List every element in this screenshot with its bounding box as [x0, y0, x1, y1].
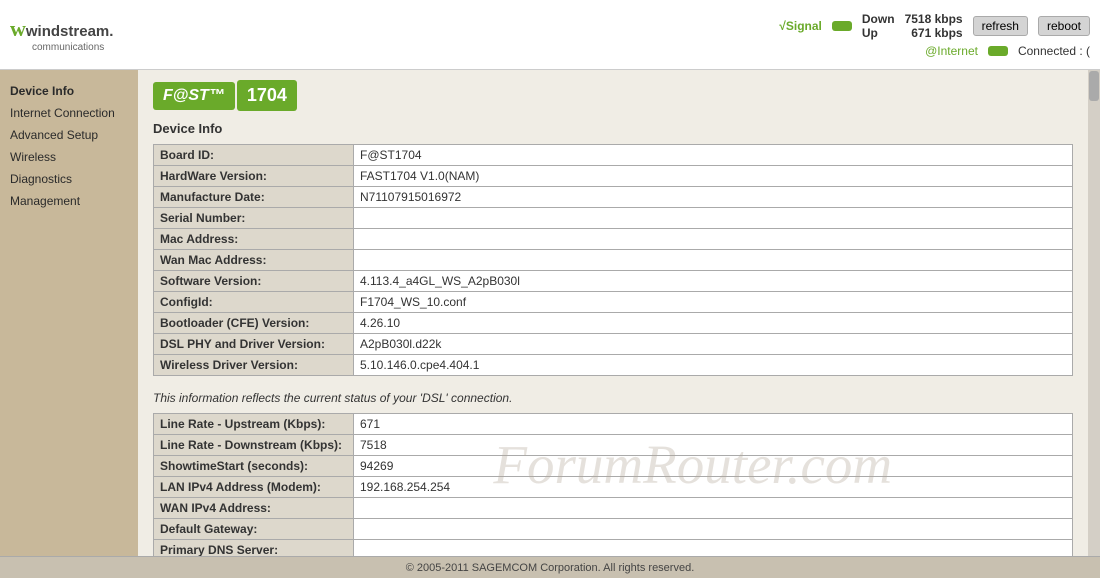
row-value: 671 — [354, 414, 1073, 435]
table-row: Line Rate - Upstream (Kbps):671 — [154, 414, 1073, 435]
table-row: Default Gateway: — [154, 519, 1073, 540]
row-value — [354, 540, 1073, 557]
scroll-thumb[interactable] — [1089, 71, 1099, 101]
row-label: ShowtimeStart (seconds): — [154, 456, 354, 477]
table-row: ConfigId:F1704_WS_10.conf — [154, 292, 1073, 313]
row-value — [354, 208, 1073, 229]
logo-sub: communications — [32, 42, 113, 53]
sidebar-item-internet-connection[interactable]: Internet Connection — [0, 102, 138, 124]
row-value: F@ST1704 — [354, 145, 1073, 166]
sidebar: Device Info Internet Connection Advanced… — [0, 70, 138, 556]
row-label: Serial Number: — [154, 208, 354, 229]
reboot-button[interactable]: reboot — [1038, 16, 1090, 36]
table-row: WAN IPv4 Address: — [154, 498, 1073, 519]
table-row: Bootloader (CFE) Version:4.26.10 — [154, 313, 1073, 334]
row-value: FAST1704 V1.0(NAM) — [354, 166, 1073, 187]
row-label: Software Version: — [154, 271, 354, 292]
brand-name: F@ST™ — [153, 82, 235, 110]
row-value: F1704_WS_10.conf — [354, 292, 1073, 313]
logo-area: wwindstream. communications — [10, 16, 113, 53]
header: wwindstream. communications √Signal Down… — [0, 0, 1100, 70]
row-label: Bootloader (CFE) Version: — [154, 313, 354, 334]
header-right: √Signal Down Up 7518 kbps 671 kbps refre… — [779, 12, 1090, 58]
speed-down-label: Down Up — [862, 12, 895, 40]
table-row: DSL PHY and Driver Version:A2pB030l.d22k — [154, 334, 1073, 355]
table-row: Software Version:4.113.4_a4GL_WS_A2pB030… — [154, 271, 1073, 292]
row-label: ConfigId: — [154, 292, 354, 313]
row-label: Primary DNS Server: — [154, 540, 354, 557]
table-row: Line Rate - Downstream (Kbps):7518 — [154, 435, 1073, 456]
brand-header: F@ST™ 1704 — [138, 70, 1088, 121]
row-value: 4.113.4_a4GL_WS_A2pB030l — [354, 271, 1073, 292]
row-value: 7518 — [354, 435, 1073, 456]
row-label: Line Rate - Downstream (Kbps): — [154, 435, 354, 456]
table-row: Manufacture Date:N71107915016972 — [154, 187, 1073, 208]
signal-indicator — [832, 21, 852, 31]
main-layout: Device Info Internet Connection Advanced… — [0, 70, 1100, 556]
row-value: 5.10.146.0.cpe4.404.1 — [354, 355, 1073, 376]
table-row: Primary DNS Server: — [154, 540, 1073, 557]
info-note: This information reflects the current st… — [138, 386, 1088, 413]
row-value — [354, 250, 1073, 271]
speed-values: 7518 kbps 671 kbps — [905, 12, 963, 40]
sidebar-item-advanced-setup[interactable]: Advanced Setup — [0, 124, 138, 146]
row-label: Default Gateway: — [154, 519, 354, 540]
row-label: Mac Address: — [154, 229, 354, 250]
header-bottom-row: @Internet Connected : ( — [925, 44, 1090, 58]
header-top-row: √Signal Down Up 7518 kbps 671 kbps refre… — [779, 12, 1090, 40]
logo-text: wwindstream. — [10, 23, 113, 39]
sidebar-item-management[interactable]: Management — [0, 190, 138, 212]
scrollbar[interactable] — [1088, 70, 1100, 556]
sidebar-item-diagnostics[interactable]: Diagnostics — [0, 168, 138, 190]
page-title: Device Info — [138, 121, 1088, 144]
table-row: Mac Address: — [154, 229, 1073, 250]
signal-label: √Signal — [779, 19, 822, 33]
internet-indicator — [988, 46, 1008, 56]
row-label: DSL PHY and Driver Version: — [154, 334, 354, 355]
table-row: Serial Number: — [154, 208, 1073, 229]
footer-text: © 2005-2011 SAGEMCOM Corporation. All ri… — [406, 562, 695, 574]
row-value: 4.26.10 — [354, 313, 1073, 334]
logo-main: wwindstream. — [10, 16, 113, 42]
table-row: Wan Mac Address: — [154, 250, 1073, 271]
row-label: Board ID: — [154, 145, 354, 166]
row-label: Line Rate - Upstream (Kbps): — [154, 414, 354, 435]
row-value — [354, 519, 1073, 540]
row-value: 94269 — [354, 456, 1073, 477]
row-value: N71107915016972 — [354, 187, 1073, 208]
table-row: HardWare Version:FAST1704 V1.0(NAM) — [154, 166, 1073, 187]
row-label: LAN IPv4 Address (Modem): — [154, 477, 354, 498]
row-value: 192.168.254.254 — [354, 477, 1073, 498]
row-value: A2pB030l.d22k — [354, 334, 1073, 355]
device-info-table: Board ID:F@ST1704HardWare Version:FAST17… — [153, 144, 1073, 376]
connected-label: Connected : ( — [1018, 44, 1090, 58]
row-label: WAN IPv4 Address: — [154, 498, 354, 519]
internet-label: @Internet — [925, 44, 978, 58]
row-value — [354, 498, 1073, 519]
sidebar-item-wireless[interactable]: Wireless — [0, 146, 138, 168]
sidebar-item-device-info[interactable]: Device Info — [0, 80, 138, 102]
row-label: Manufacture Date: — [154, 187, 354, 208]
row-label: HardWare Version: — [154, 166, 354, 187]
footer: © 2005-2011 SAGEMCOM Corporation. All ri… — [0, 556, 1100, 578]
dsl-table: Line Rate - Upstream (Kbps):671Line Rate… — [153, 413, 1073, 556]
table-row: ShowtimeStart (seconds):94269 — [154, 456, 1073, 477]
content-area: F@ST™ 1704 Device Info Board ID:F@ST1704… — [138, 70, 1088, 556]
table-row: Wireless Driver Version:5.10.146.0.cpe4.… — [154, 355, 1073, 376]
row-label: Wireless Driver Version: — [154, 355, 354, 376]
row-value — [354, 229, 1073, 250]
table-row: Board ID:F@ST1704 — [154, 145, 1073, 166]
row-label: Wan Mac Address: — [154, 250, 354, 271]
table-row: LAN IPv4 Address (Modem):192.168.254.254 — [154, 477, 1073, 498]
refresh-button[interactable]: refresh — [973, 16, 1028, 36]
brand-model: 1704 — [237, 80, 297, 111]
